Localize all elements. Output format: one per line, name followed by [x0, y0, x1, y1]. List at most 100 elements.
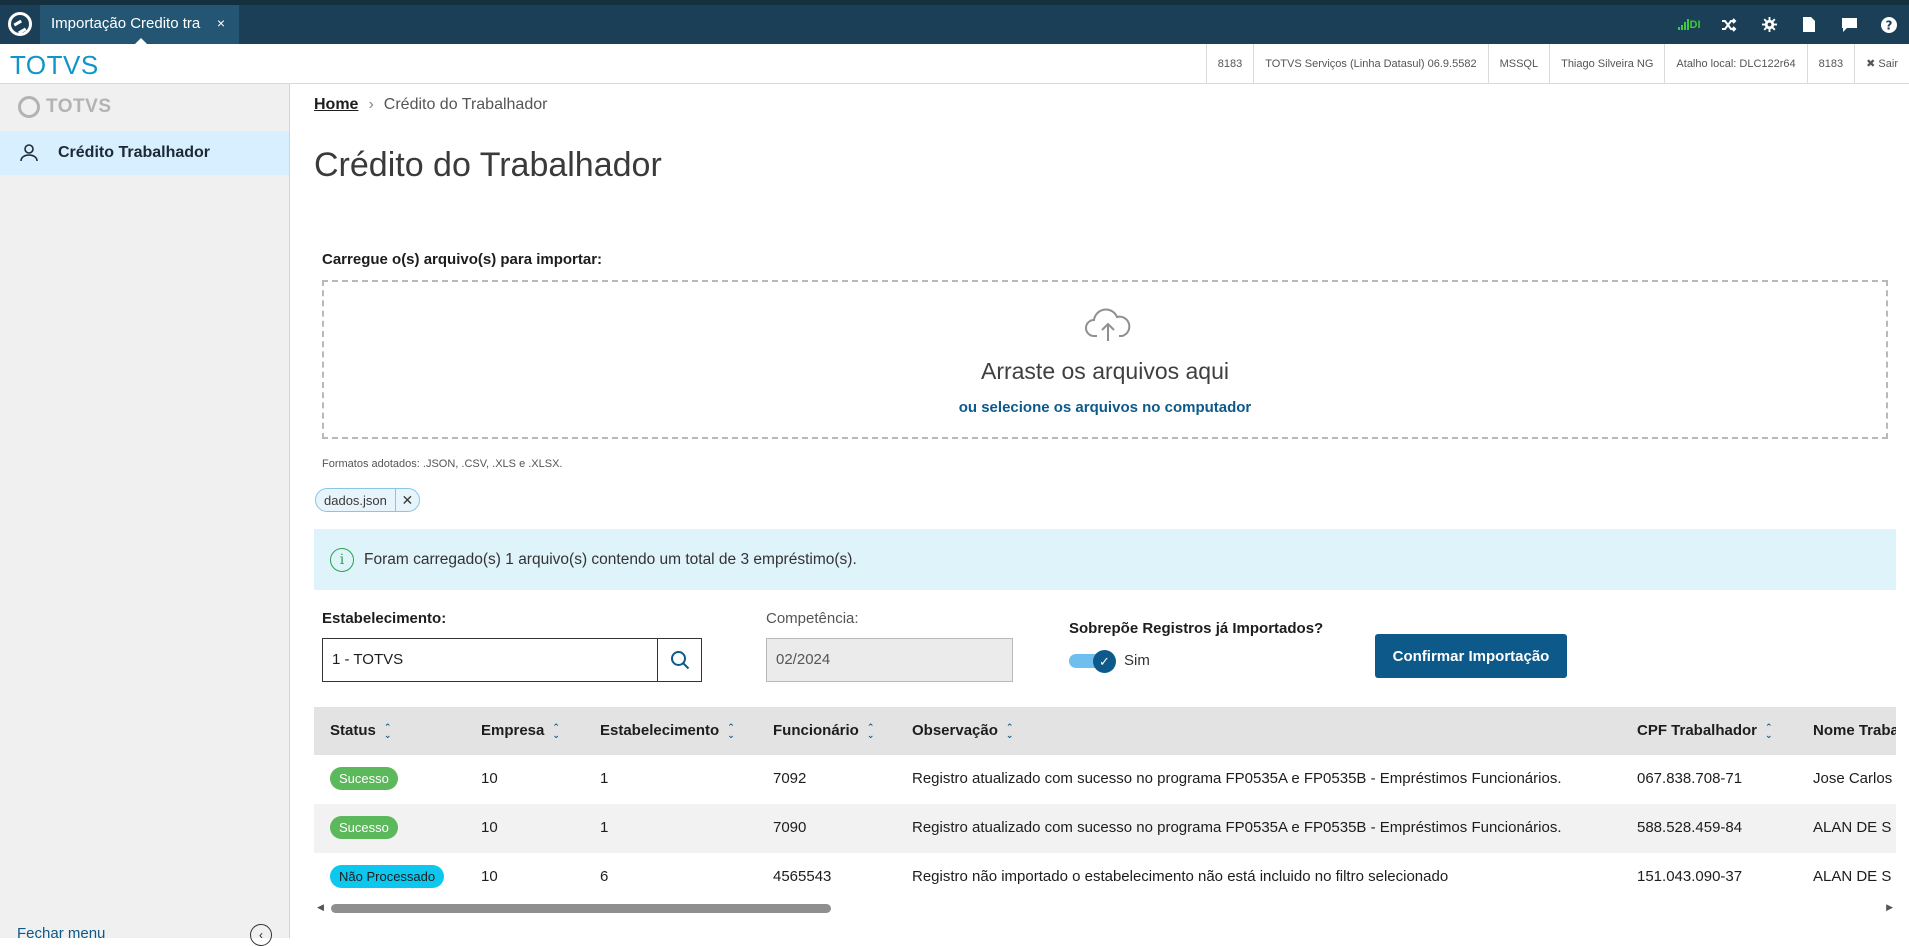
document-icon[interactable]: [1789, 5, 1829, 44]
confirm-import-button[interactable]: Confirmar Importação: [1375, 634, 1567, 678]
info-cell: Thiago Silveira NG: [1549, 44, 1664, 83]
horizontal-scrollbar[interactable]: ◀ ▶: [314, 902, 1896, 916]
help-icon[interactable]: ?: [1869, 5, 1909, 44]
sort-icon[interactable]: ⌃ ⌄: [867, 723, 875, 740]
scroll-left-icon[interactable]: ◀: [317, 902, 324, 913]
cell-estabelecimento: 1: [600, 770, 609, 787]
col-status[interactable]: Status ⌃ ⌄: [330, 722, 392, 740]
estabelecimento-label: Estabelecimento:: [322, 610, 447, 627]
sobrepoe-toggle[interactable]: ✓: [1069, 650, 1117, 673]
info-alert: i Foram carregado(s) 1 arquivo(s) conten…: [314, 529, 1896, 590]
chat-icon[interactable]: [1829, 5, 1869, 44]
session-info: 8183 TOTVS Serviços (Linha Datasul) 06.9…: [1205, 44, 1909, 83]
info-icon: i: [330, 547, 354, 572]
close-menu-link[interactable]: Fechar menu: [17, 925, 105, 942]
chevron-left-icon[interactable]: ‹: [250, 924, 272, 946]
close-tab-icon[interactable]: ×: [217, 15, 225, 31]
cell-observacao: Registro atualizado com sucesso no progr…: [912, 770, 1562, 787]
col-estabelecimento[interactable]: Estabelecimento ⌃ ⌄: [600, 722, 735, 740]
svg-text:?: ?: [1886, 18, 1893, 32]
sort-icon[interactable]: ⌃ ⌄: [1765, 723, 1773, 740]
shuffle-icon[interactable]: [1709, 5, 1749, 44]
toggle-label: Sim: [1124, 652, 1150, 669]
sobrepoe-label: Sobrepõe Registros já Importados?: [1069, 620, 1324, 637]
cell-empresa: 10: [481, 819, 498, 836]
tab-importacao[interactable]: Importação Credito tra ×: [40, 5, 239, 45]
cell-observacao: Registro atualizado com sucesso no progr…: [912, 819, 1562, 836]
sidebar: TOTVS Crédito Trabalhador Fechar menu ‹: [0, 84, 290, 946]
scroll-right-icon[interactable]: ▶: [1886, 902, 1893, 913]
remove-file-icon[interactable]: ✕: [394, 489, 419, 511]
signal-icon[interactable]: DI: [1669, 5, 1709, 44]
info-cell: Atalho local: DLC122r64: [1664, 44, 1806, 83]
signal-label: DI: [1689, 18, 1701, 31]
tab-title: Importação Credito tra: [51, 15, 201, 32]
breadcrumb: Home › Crédito do Trabalhador: [314, 96, 547, 114]
breadcrumb-separator: ›: [368, 96, 374, 113]
table-row[interactable]: Não Processado 10 6 4565543 Registro não…: [314, 853, 1896, 902]
competencia-label: Competência:: [766, 610, 859, 627]
alert-message: Foram carregado(s) 1 arquivo(s) contendo…: [364, 550, 857, 568]
cloud-upload-icon: [1085, 308, 1131, 341]
sort-icon[interactable]: ⌃ ⌄: [1006, 723, 1014, 740]
cell-nome: ALAN DE S: [1813, 868, 1892, 885]
user-icon: [20, 144, 38, 162]
cell-empresa: 10: [481, 770, 498, 787]
file-dropzone[interactable]: Arraste os arquivos aqui ou selecione os…: [322, 280, 1888, 439]
upload-label: Carregue o(s) arquivo(s) para importar:: [322, 251, 603, 268]
cell-cpf: 067.838.708-71: [1637, 770, 1743, 787]
drop-text: Arraste os arquivos aqui: [980, 358, 1229, 384]
cell-nome: ALAN DE S: [1813, 819, 1892, 836]
cell-funcionario: 7090: [773, 819, 807, 836]
col-nome[interactable]: Nome Traba: [1813, 722, 1896, 739]
cell-estabelecimento: 6: [600, 868, 609, 885]
cell-estabelecimento: 1: [600, 819, 609, 836]
sidebar-item-label: Crédito Trabalhador: [58, 144, 211, 161]
top-tab-bar: Importação Credito tra × DI ?: [0, 0, 1909, 45]
sort-icon[interactable]: ⌃ ⌄: [552, 723, 560, 740]
file-chip-label: dados.json: [324, 492, 387, 508]
logout-button[interactable]: ✖ Sair: [1854, 44, 1909, 83]
col-cpf[interactable]: CPF Trabalhador ⌃ ⌄: [1637, 722, 1773, 740]
formats-note: Formatos adotados: .JSON, .CSV, .XLS e .…: [322, 458, 563, 470]
col-funcionario[interactable]: Funcionário ⌃ ⌄: [773, 722, 875, 740]
col-empresa[interactable]: Empresa ⌃ ⌄: [481, 722, 560, 740]
sort-icon[interactable]: ⌃ ⌄: [384, 723, 392, 740]
info-header: TOTVS 8183 TOTVS Serviços (Linha Datasul…: [0, 44, 1909, 84]
cell-funcionario: 7092: [773, 770, 807, 787]
table-row[interactable]: Sucesso 10 1 7090 Registro atualizado co…: [314, 804, 1896, 853]
check-icon: ✓: [1093, 650, 1116, 673]
info-cell: TOTVS Serviços (Linha Datasul) 06.9.5582: [1253, 44, 1487, 83]
cell-empresa: 10: [481, 868, 498, 885]
brand-title: TOTVS: [10, 50, 99, 80]
info-cell: 8183: [1806, 44, 1854, 83]
search-icon: [670, 651, 689, 670]
breadcrumb-home[interactable]: Home: [314, 96, 358, 113]
sidebar-item-credito-trabalhador[interactable]: Crédito Trabalhador: [0, 131, 289, 175]
status-badge: Sucesso: [330, 767, 398, 790]
select-files-link[interactable]: ou selecione os arquivos no computador: [324, 399, 1886, 416]
info-cell: 8183: [1205, 44, 1253, 83]
table-row[interactable]: Sucesso 10 1 7092 Registro atualizado co…: [314, 755, 1896, 804]
totvs-logo-icon: [18, 96, 40, 118]
info-cell: MSSQL: [1487, 44, 1550, 83]
scrollbar-thumb[interactable]: [331, 904, 831, 913]
col-observacao[interactable]: Observação ⌃ ⌄: [912, 722, 1014, 740]
estabelecimento-input[interactable]: 1 - TOTVS: [322, 638, 702, 682]
competencia-input: 02/2024: [766, 638, 1013, 682]
status-badge: Não Processado: [330, 865, 445, 888]
status-badge: Sucesso: [330, 816, 398, 839]
search-button[interactable]: [657, 639, 701, 681]
cell-observacao: Registro não importado o estabelecimento…: [912, 868, 1449, 885]
cell-cpf: 588.528.459-84: [1637, 819, 1743, 836]
sort-icon[interactable]: ⌃ ⌄: [727, 723, 735, 740]
file-chip: dados.json ✕: [315, 488, 420, 512]
cell-nome: Jose Carlos: [1813, 770, 1893, 787]
totvs-logo-icon[interactable]: [8, 12, 32, 36]
gear-icon[interactable]: [1749, 5, 1789, 44]
cell-cpf: 151.043.090-37: [1637, 868, 1743, 885]
results-table: Status ⌃ ⌄ Empresa ⌃ ⌄ Estabelecimento ⌃ ⌄ Fun…: [314, 707, 1896, 902]
breadcrumb-current: Crédito do Trabalhador: [383, 96, 548, 113]
cell-funcionario: 4565543: [773, 868, 832, 885]
table-header: Status ⌃ ⌄ Empresa ⌃ ⌄ Estabelecimento ⌃ ⌄ Fun…: [314, 707, 1896, 755]
